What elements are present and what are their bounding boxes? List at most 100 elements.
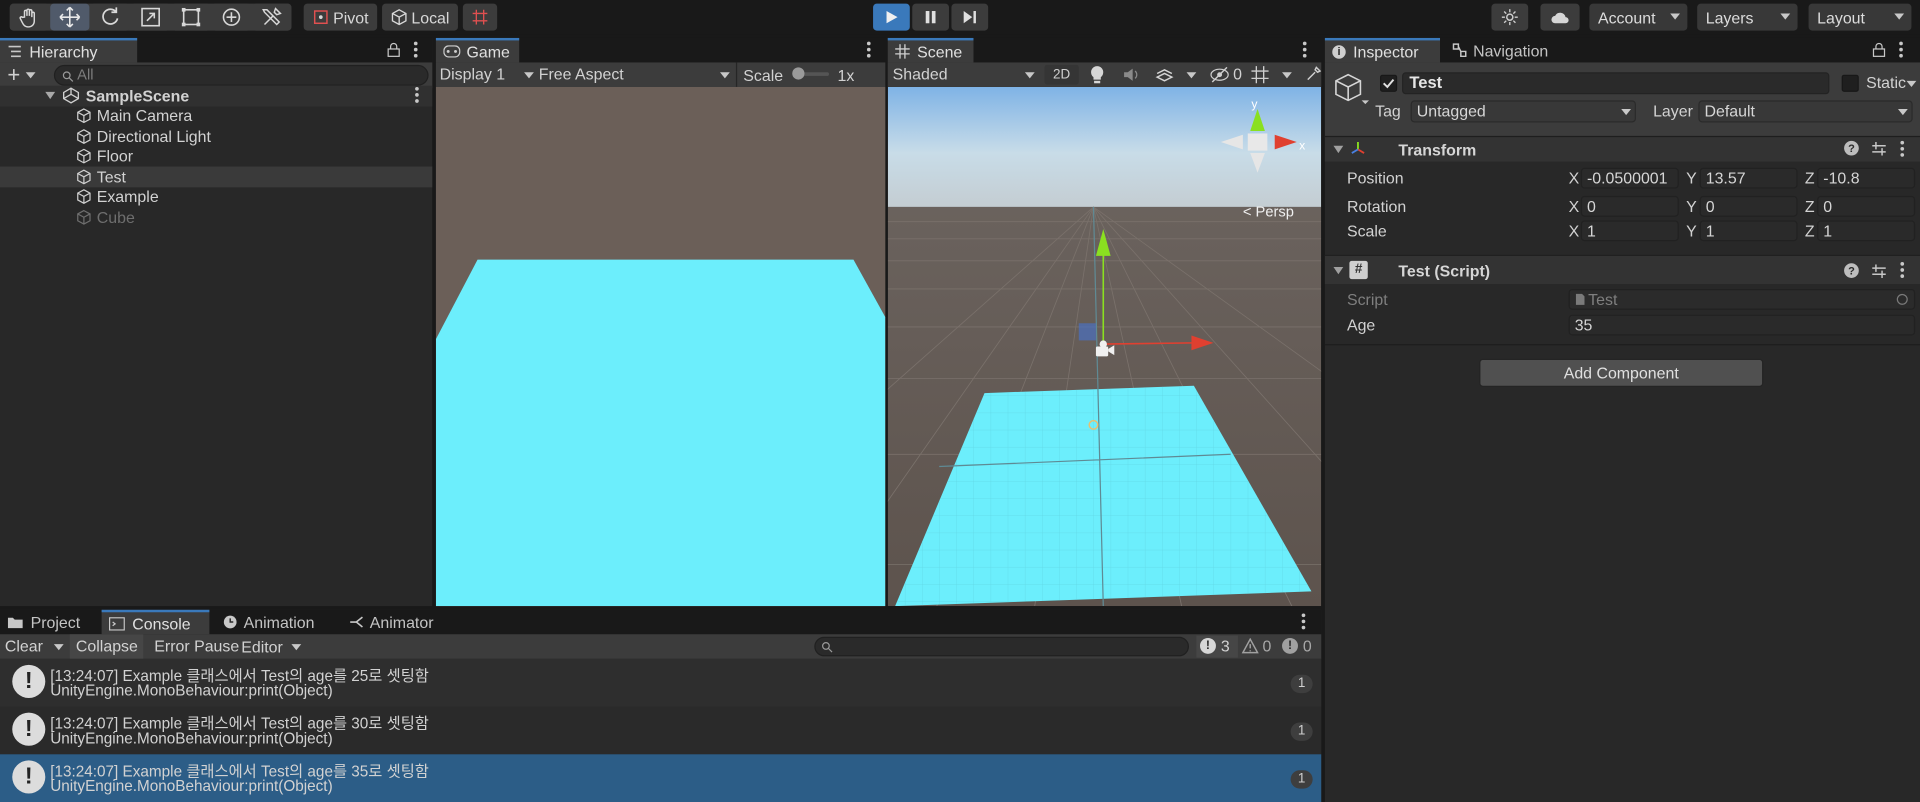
console-menu-icon[interactable] (1301, 613, 1307, 630)
add-component-button[interactable]: Add Component (1479, 358, 1764, 387)
tag-dropdown[interactable]: Untagged (1410, 100, 1636, 123)
services-icon[interactable] (1491, 3, 1529, 31)
layers-dropdown[interactable]: Layers (1697, 3, 1798, 31)
cloud-icon[interactable] (1540, 3, 1580, 31)
hierarchy-menu-icon[interactable] (413, 41, 419, 59)
scene-menu-icon[interactable] (415, 86, 420, 104)
active-checkbox[interactable] (1380, 74, 1398, 92)
hierarchy-item[interactable]: Example (0, 187, 432, 207)
transform-menu-icon[interactable] (1900, 140, 1905, 158)
tab-inspector[interactable]: i Inspector (1324, 37, 1441, 63)
console-log-entry[interactable]: ! [13:24:07] Example 클래스에서 Test의 age를 30로… (0, 706, 1322, 755)
add-object-button[interactable]: + (7, 64, 41, 86)
display-dropdown[interactable]: Display 1 (440, 65, 534, 85)
scene-view-menu-icon[interactable] (1302, 41, 1308, 59)
age-label: Age (1346, 315, 1376, 335)
account-dropdown[interactable]: Account (1589, 3, 1688, 31)
collapse-toggle[interactable]: Collapse (69, 634, 144, 659)
scene-viewport[interactable]: y x < Persp (887, 86, 1322, 607)
rotate-tool-icon[interactable] (90, 3, 130, 31)
position-z-field[interactable]: -10.8 (1817, 167, 1916, 189)
scale-slider-thumb[interactable] (792, 67, 805, 80)
presets-icon[interactable] (1871, 263, 1887, 279)
tools-icon[interactable] (1305, 66, 1322, 82)
game-menu-icon[interactable] (866, 41, 872, 59)
help-icon[interactable]: ? (1844, 140, 1859, 156)
hand-tool-icon[interactable] (9, 3, 49, 31)
editor-dropdown[interactable]: Editor (241, 637, 305, 656)
script-component-header[interactable]: # Test (Script) ? (1324, 254, 1920, 285)
expand-arrow-icon[interactable] (45, 92, 56, 100)
age-field[interactable]: 35 (1568, 314, 1916, 336)
tab-game[interactable]: Game (435, 37, 520, 63)
transform-tool-icon[interactable] (211, 3, 252, 31)
hierarchy-search[interactable]: All (53, 64, 429, 86)
clear-button[interactable]: Clear (5, 637, 43, 655)
tab-scene[interactable]: Scene (887, 37, 974, 63)
message-filter-toggle[interactable]: ! 0 (1280, 636, 1318, 658)
grid-snapping-dropdown[interactable] (1250, 65, 1294, 85)
pause-button[interactable] (912, 3, 949, 31)
lighting-toggle-icon[interactable] (1089, 65, 1106, 85)
tab-animation[interactable]: Animation (216, 610, 338, 634)
toggle-2d-button[interactable]: 2D (1044, 64, 1079, 85)
warning-filter-toggle[interactable]: 0 (1239, 636, 1277, 658)
local-toggle[interactable]: Local (382, 3, 458, 31)
scale-tool-icon[interactable] (131, 3, 171, 31)
tab-animator[interactable]: Animator (342, 610, 460, 634)
tab-console[interactable]: Console (101, 609, 210, 635)
audio-toggle-icon[interactable] (1123, 66, 1140, 83)
chevron-down-icon[interactable] (1906, 80, 1917, 87)
hierarchy-item[interactable]: Test (0, 166, 433, 187)
step-button[interactable] (951, 3, 989, 31)
lock-icon[interactable] (1872, 42, 1886, 58)
console-log-entry[interactable]: ! [13:24:07] Example 클래스에서 Test의 age를 25로… (0, 658, 1322, 707)
effects-dropdown[interactable] (1155, 66, 1199, 83)
hierarchy-item[interactable]: Main Camera (0, 106, 432, 126)
position-x-field[interactable]: -0.0500001 (1580, 167, 1679, 189)
hierarchy-item[interactable]: Directional Light (0, 126, 432, 146)
console-search[interactable] (814, 636, 1189, 657)
scale-z-field[interactable]: 1 (1817, 220, 1916, 242)
script-menu-icon[interactable] (1900, 262, 1905, 279)
tab-hierarchy[interactable]: Hierarchy (0, 37, 138, 63)
help-icon[interactable]: ? (1844, 263, 1859, 278)
layer-dropdown[interactable]: Default (1698, 100, 1913, 123)
game-viewport[interactable] (435, 86, 886, 607)
tab-project[interactable]: Project (0, 610, 96, 634)
gizmo-x-label: x (1299, 138, 1305, 152)
layout-dropdown[interactable]: Layout (1808, 3, 1912, 31)
grid-snap-icon[interactable] (462, 3, 498, 31)
error-pause-toggle[interactable]: Error Pause (154, 637, 239, 655)
object-name-field[interactable]: Test (1402, 72, 1830, 95)
rotation-x-field[interactable]: 0 (1580, 195, 1679, 217)
pivot-toggle[interactable]: Pivot (303, 3, 378, 31)
play-button[interactable] (873, 3, 910, 31)
tab-navigation[interactable]: Navigation (1445, 38, 1580, 62)
hierarchy-item[interactable]: Floor (0, 146, 432, 166)
transform-header[interactable]: Transform ? (1324, 135, 1920, 162)
foldout-arrow-icon[interactable] (1333, 266, 1344, 275)
rotation-y-field[interactable]: 0 (1699, 195, 1798, 217)
lock-icon[interactable] (387, 42, 400, 58)
console-log-entry[interactable]: ! [13:24:07] Example 클래스에서 Test의 age를 35로… (0, 754, 1322, 802)
rect-tool-icon[interactable] (171, 3, 211, 31)
inspector-menu-icon[interactable] (1899, 41, 1904, 59)
rotation-z-field[interactable]: 0 (1817, 195, 1916, 217)
scene-root[interactable]: SampleScene (0, 85, 433, 106)
shading-dropdown[interactable]: Shaded (893, 65, 1037, 85)
static-checkbox[interactable] (1841, 74, 1859, 92)
chevron-down-icon[interactable] (53, 644, 64, 651)
error-filter-toggle[interactable]: ! 3 (1196, 635, 1238, 658)
custom-tools-icon[interactable] (252, 3, 292, 31)
persp-label[interactable]: < Persp (1243, 205, 1294, 221)
foldout-arrow-icon[interactable] (1333, 145, 1344, 154)
hidden-objects-toggle[interactable]: 0 (1209, 65, 1246, 83)
move-tool-icon[interactable] (50, 3, 90, 31)
presets-icon[interactable] (1871, 141, 1887, 157)
position-y-field[interactable]: 13.57 (1699, 167, 1798, 189)
hierarchy-item[interactable]: Cube (0, 207, 432, 227)
aspect-dropdown[interactable]: Free Aspect (539, 65, 732, 85)
scale-x-field[interactable]: 1 (1580, 220, 1679, 242)
scale-y-field[interactable]: 1 (1699, 220, 1798, 242)
